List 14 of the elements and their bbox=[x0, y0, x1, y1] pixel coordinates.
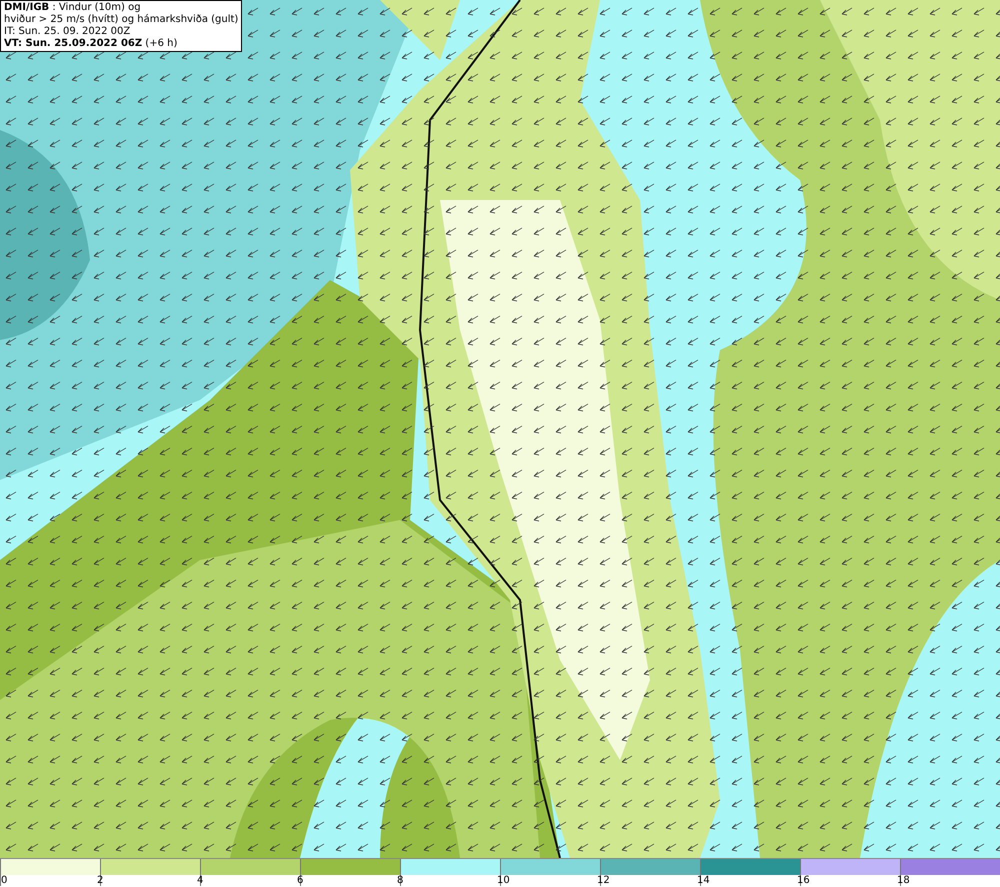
legend-tick: 12 bbox=[597, 875, 610, 886]
legend-tick: 4 bbox=[197, 875, 204, 886]
header-text: IT: Sun. 25. 09. 2022 00Z bbox=[4, 26, 132, 38]
legend-tick: 0 bbox=[1, 875, 8, 886]
legend-tick: 10 bbox=[497, 875, 510, 886]
header-text: DMI/IGB : Vindur (10m) og bbox=[4, 2, 142, 14]
header-text: VT: Sun. 25.09.2022 06Z (+6 h) bbox=[4, 38, 178, 50]
legend-tick: 16 bbox=[797, 875, 810, 886]
header-text: hviður > 25 m/s (hvítt) og hámarkshviða (gult) bbox=[4, 14, 238, 26]
legend-tick: 8 bbox=[397, 875, 404, 886]
legend-tick: 18 bbox=[897, 875, 910, 886]
legend-tick: 6 bbox=[297, 875, 304, 886]
legend-tick: 2 bbox=[97, 875, 104, 886]
legend-tick: 14 bbox=[697, 875, 710, 886]
